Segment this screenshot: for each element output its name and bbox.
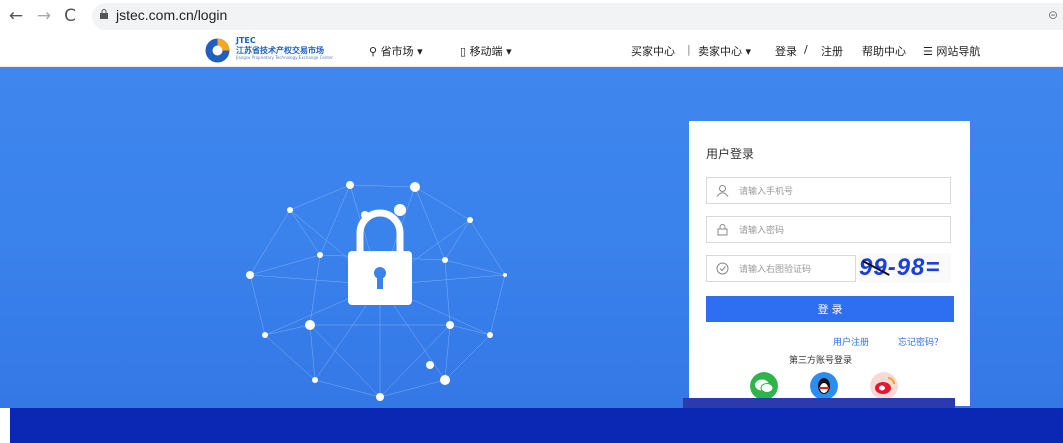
browser-bar: ← → C jstec.com.cn/login ⊝ xyxy=(0,0,1063,35)
map-pin-icon: ⚲ xyxy=(369,45,378,58)
caret-down-icon: ▾ xyxy=(506,45,512,58)
login-submit-button[interactable]: 登 录 xyxy=(706,296,954,322)
seller-center-menu[interactable]: 卖家中心 ▾ xyxy=(698,43,751,59)
url-text[interactable]: jstec.com.cn/login xyxy=(116,7,227,23)
jtec-logo-icon xyxy=(205,38,230,63)
lock-icon xyxy=(717,224,728,236)
wechat-icon[interactable] xyxy=(750,372,778,400)
caret-down-icon: ▾ xyxy=(417,45,423,58)
login-card: 用户登录 99-98= 登 录 用户注册 忘记密码？ 第三方账号登录 xyxy=(689,121,970,406)
arrow-left-icon[interactable]: ← xyxy=(6,6,26,26)
password-field xyxy=(706,216,951,243)
forgot-password-link[interactable]: 忘记密码？ xyxy=(898,335,943,348)
mobile-menu[interactable]: ▯ 移动端 ▾ xyxy=(460,43,512,59)
user-icon xyxy=(716,185,729,197)
sitemap-label: 网站导航 xyxy=(936,45,981,58)
phone-field xyxy=(706,177,951,204)
password-input[interactable] xyxy=(737,221,941,240)
shield-check-icon xyxy=(716,262,729,275)
sitemap-link[interactable]: ☰ 网站导航 xyxy=(923,43,980,59)
login-link[interactable]: 登录 xyxy=(775,43,797,59)
site-header: JTEC 江苏省技术产权交易市场 Jiangsu Proprietary Tec… xyxy=(0,34,1063,67)
captcha-field xyxy=(706,255,856,282)
location-label: 省市场 xyxy=(380,45,414,58)
login-title: 用户登录 xyxy=(706,147,755,161)
caret-down-icon: ▾ xyxy=(745,45,752,58)
captcha-image[interactable]: 99-98= xyxy=(859,253,951,283)
nav-separator: | xyxy=(687,43,691,56)
phone-input[interactable] xyxy=(737,182,941,201)
lock-icon xyxy=(100,9,108,19)
location-menu[interactable]: ⚲ 省市场 ▾ xyxy=(369,43,423,59)
register-link[interactable]: 用户注册 xyxy=(833,335,869,348)
menu-icon: ☰ xyxy=(923,45,933,58)
seller-label: 卖家中心 xyxy=(698,45,742,58)
captcha-input[interactable] xyxy=(737,260,851,279)
mobile-label: 移动端 xyxy=(469,45,503,58)
arrow-right-icon[interactable]: → xyxy=(34,6,54,26)
third-party-login-label: 第三方账号登录 xyxy=(789,356,853,366)
bottom-bar xyxy=(0,408,1063,443)
extension-icon[interactable]: ⊝ xyxy=(1048,8,1058,22)
bottom-bar-edge xyxy=(0,408,10,443)
buyer-center-link[interactable]: 买家中心 xyxy=(631,43,675,59)
reload-icon[interactable]: C xyxy=(60,6,80,26)
register-link[interactable]: 注册 xyxy=(821,43,843,59)
security-lock-graphic xyxy=(246,181,507,401)
weibo-icon[interactable] xyxy=(870,372,898,400)
address-bar[interactable] xyxy=(92,3,1063,30)
qq-icon[interactable] xyxy=(810,372,838,400)
phone-icon: ▯ xyxy=(460,45,467,58)
brand-short: JTEC xyxy=(236,36,256,45)
help-center-link[interactable]: 帮助中心 xyxy=(862,43,906,59)
nav-slash: / xyxy=(804,43,808,56)
captcha-text: 99-98= xyxy=(859,254,941,281)
brand-english: Jiangsu Proprietary Technology Exchange … xyxy=(236,55,334,60)
